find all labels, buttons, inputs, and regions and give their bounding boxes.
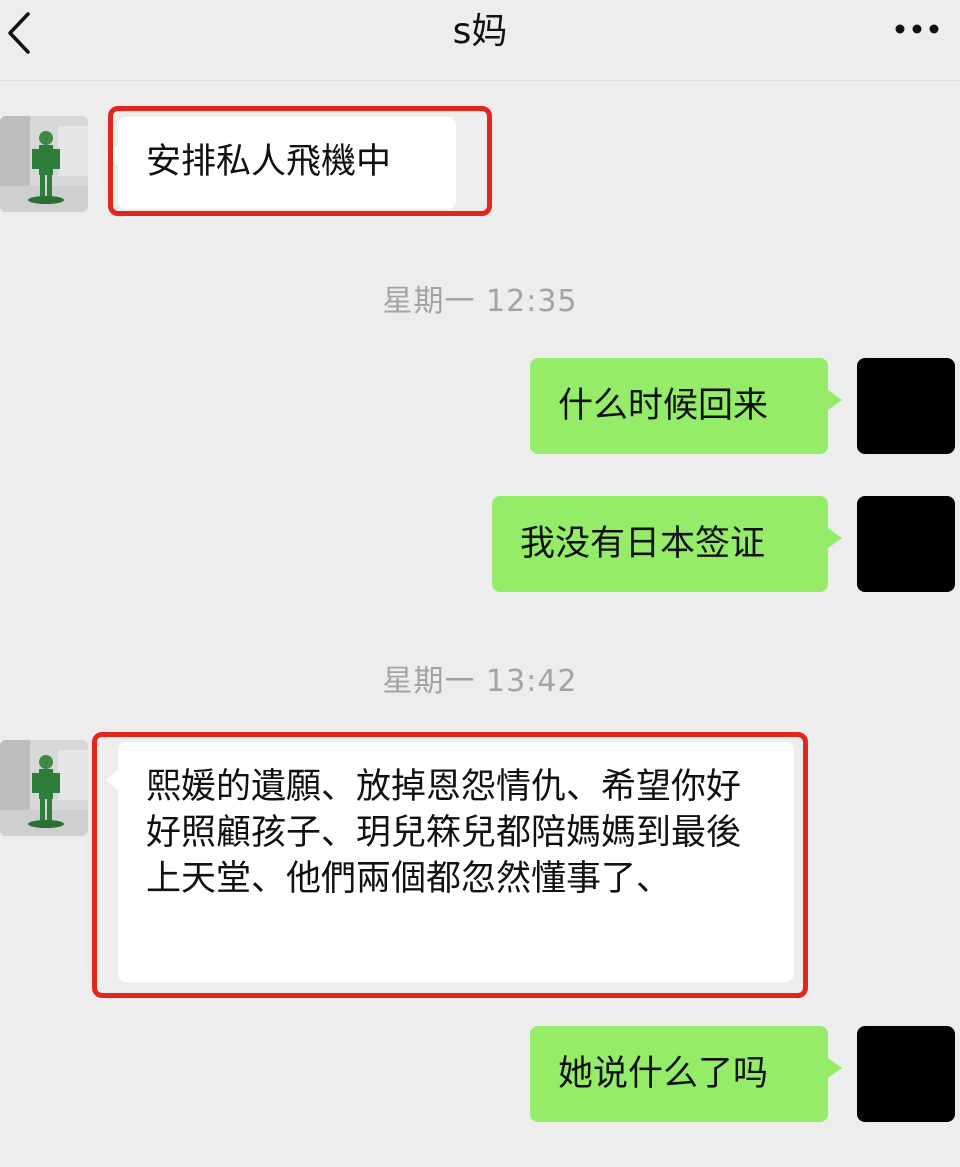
toy-soldier-avatar-icon [0,740,88,836]
message-text: 她说什么了吗 [558,1054,769,1094]
timestamp: 星期一 13:42 [382,664,578,699]
highlight-box [108,106,492,216]
more-button[interactable] [894,14,940,44]
chat-title: s妈 [452,11,508,52]
outgoing-message[interactable]: 什么时候回来 [530,358,842,454]
message-text: 什么时候回来 [558,386,769,426]
contact-avatar[interactable] [0,116,88,212]
message-text: 我没有日本签证 [520,524,766,564]
toy-soldier-avatar-icon [0,116,88,212]
self-avatar[interactable] [857,496,955,592]
highlight-box [92,732,808,998]
contact-avatar[interactable] [0,740,88,836]
timestamp: 星期一 12:35 [382,284,578,319]
outgoing-message[interactable]: 她说什么了吗 [530,1026,842,1122]
more-dots-icon [895,24,939,34]
outgoing-message[interactable]: 我没有日本签证 [492,496,842,592]
chat-header: s妈 [0,0,960,81]
self-avatar[interactable] [857,358,955,454]
self-avatar[interactable] [857,1026,955,1122]
